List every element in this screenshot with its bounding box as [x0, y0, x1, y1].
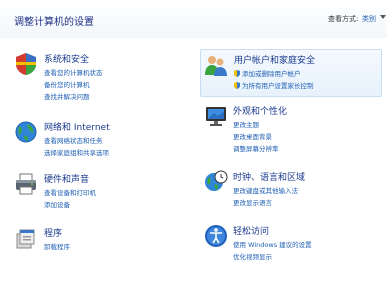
link-change-keyboard[interactable]: 更改键盘或其他输入法 — [233, 185, 298, 195]
category-title-network-internet[interactable]: 网络和 Internet — [44, 120, 110, 133]
category-title-programs[interactable]: 程序 — [44, 226, 62, 239]
uac-shield-icon — [234, 82, 240, 89]
clock-globe-icon[interactable] — [204, 170, 228, 194]
printer-icon[interactable] — [14, 172, 38, 196]
page-title: 调整计算机的设置 — [14, 17, 94, 28]
link-homegroup-sharing[interactable]: 选择家庭组和共享选项 — [44, 147, 109, 157]
link-screen-resolution[interactable]: 调整屏幕分辨率 — [233, 143, 279, 153]
category-hardware-sound: 硬件和声音 查看设备和打印机 添加设备 — [14, 172, 174, 216]
category-title-hardware-sound[interactable]: 硬件和声音 — [44, 172, 89, 185]
link-add-device[interactable]: 添加设备 — [44, 199, 70, 209]
link-uninstall-program[interactable]: 卸载程序 — [44, 241, 70, 251]
category-title-appearance[interactable]: 外观和个性化 — [233, 104, 287, 117]
category-user-accounts[interactable]: 用户帐户和家庭安全 添加或删除用户帐户 为所有用户设置家长控制 — [200, 49, 382, 97]
programs-icon[interactable] — [14, 226, 38, 250]
link-view-network-status[interactable]: 查看网络状态和任务 — [44, 135, 103, 145]
chevron-down-icon[interactable] — [380, 15, 386, 19]
category-programs: 程序 卸载程序 — [14, 226, 174, 260]
link-windows-suggested-settings[interactable]: 使用 Windows 建议的设置 — [233, 239, 312, 249]
category-title-system-security[interactable]: 系统和安全 — [44, 52, 89, 65]
link-backup-computer[interactable]: 备份您的计算机 — [44, 79, 90, 89]
link-change-display-language[interactable]: 更改显示语言 — [233, 197, 272, 207]
category-title-user-accounts[interactable]: 用户帐户和家庭安全 — [234, 53, 315, 66]
category-title-ease-of-access[interactable]: 轻松访问 — [233, 224, 269, 237]
uac-shield-icon — [234, 70, 240, 77]
network-globe-icon[interactable] — [14, 120, 38, 144]
category-clock-language-region: 时钟、语言和区域 更改键盘或其他输入法 更改显示语言 — [204, 170, 380, 214]
category-system-security: 系统和安全 查看您的计算机状态 备份您的计算机 查找并解决问题 — [14, 52, 174, 108]
link-change-background[interactable]: 更改桌面背景 — [233, 131, 272, 141]
link-change-theme[interactable]: 更改主题 — [233, 119, 259, 129]
users-icon[interactable] — [204, 53, 228, 77]
link-optimize-visual-display[interactable]: 优化视频显示 — [233, 251, 272, 261]
view-by-dropdown[interactable]: 类别 — [362, 14, 376, 24]
link-troubleshoot[interactable]: 查找并解决问题 — [44, 91, 90, 101]
category-appearance: 外观和个性化 更改主题 更改桌面背景 调整屏幕分辨率 — [204, 104, 380, 160]
monitor-icon[interactable] — [204, 104, 228, 128]
category-network-internet: 网络和 Internet 查看网络状态和任务 选择家庭组和共享选项 — [14, 120, 174, 164]
link-add-remove-accounts[interactable]: 添加或删除用户帐户 — [242, 70, 301, 78]
link-view-computer-status[interactable]: 查看您的计算机状态 — [44, 67, 103, 77]
link-parental-controls[interactable]: 为所有用户设置家长控制 — [242, 82, 314, 90]
view-by-label: 查看方式: — [328, 15, 359, 23]
category-ease-of-access: 轻松访问 使用 Windows 建议的设置 优化视频显示 — [204, 224, 380, 268]
link-add-remove-accounts-row[interactable]: 添加或删除用户帐户 — [234, 68, 301, 78]
ease-of-access-icon[interactable] — [204, 224, 228, 248]
link-parental-controls-row[interactable]: 为所有用户设置家长控制 — [234, 80, 314, 90]
link-devices-printers[interactable]: 查看设备和打印机 — [44, 187, 96, 197]
category-title-clock-language-region[interactable]: 时钟、语言和区域 — [233, 170, 305, 183]
system-security-icon[interactable] — [14, 52, 38, 76]
